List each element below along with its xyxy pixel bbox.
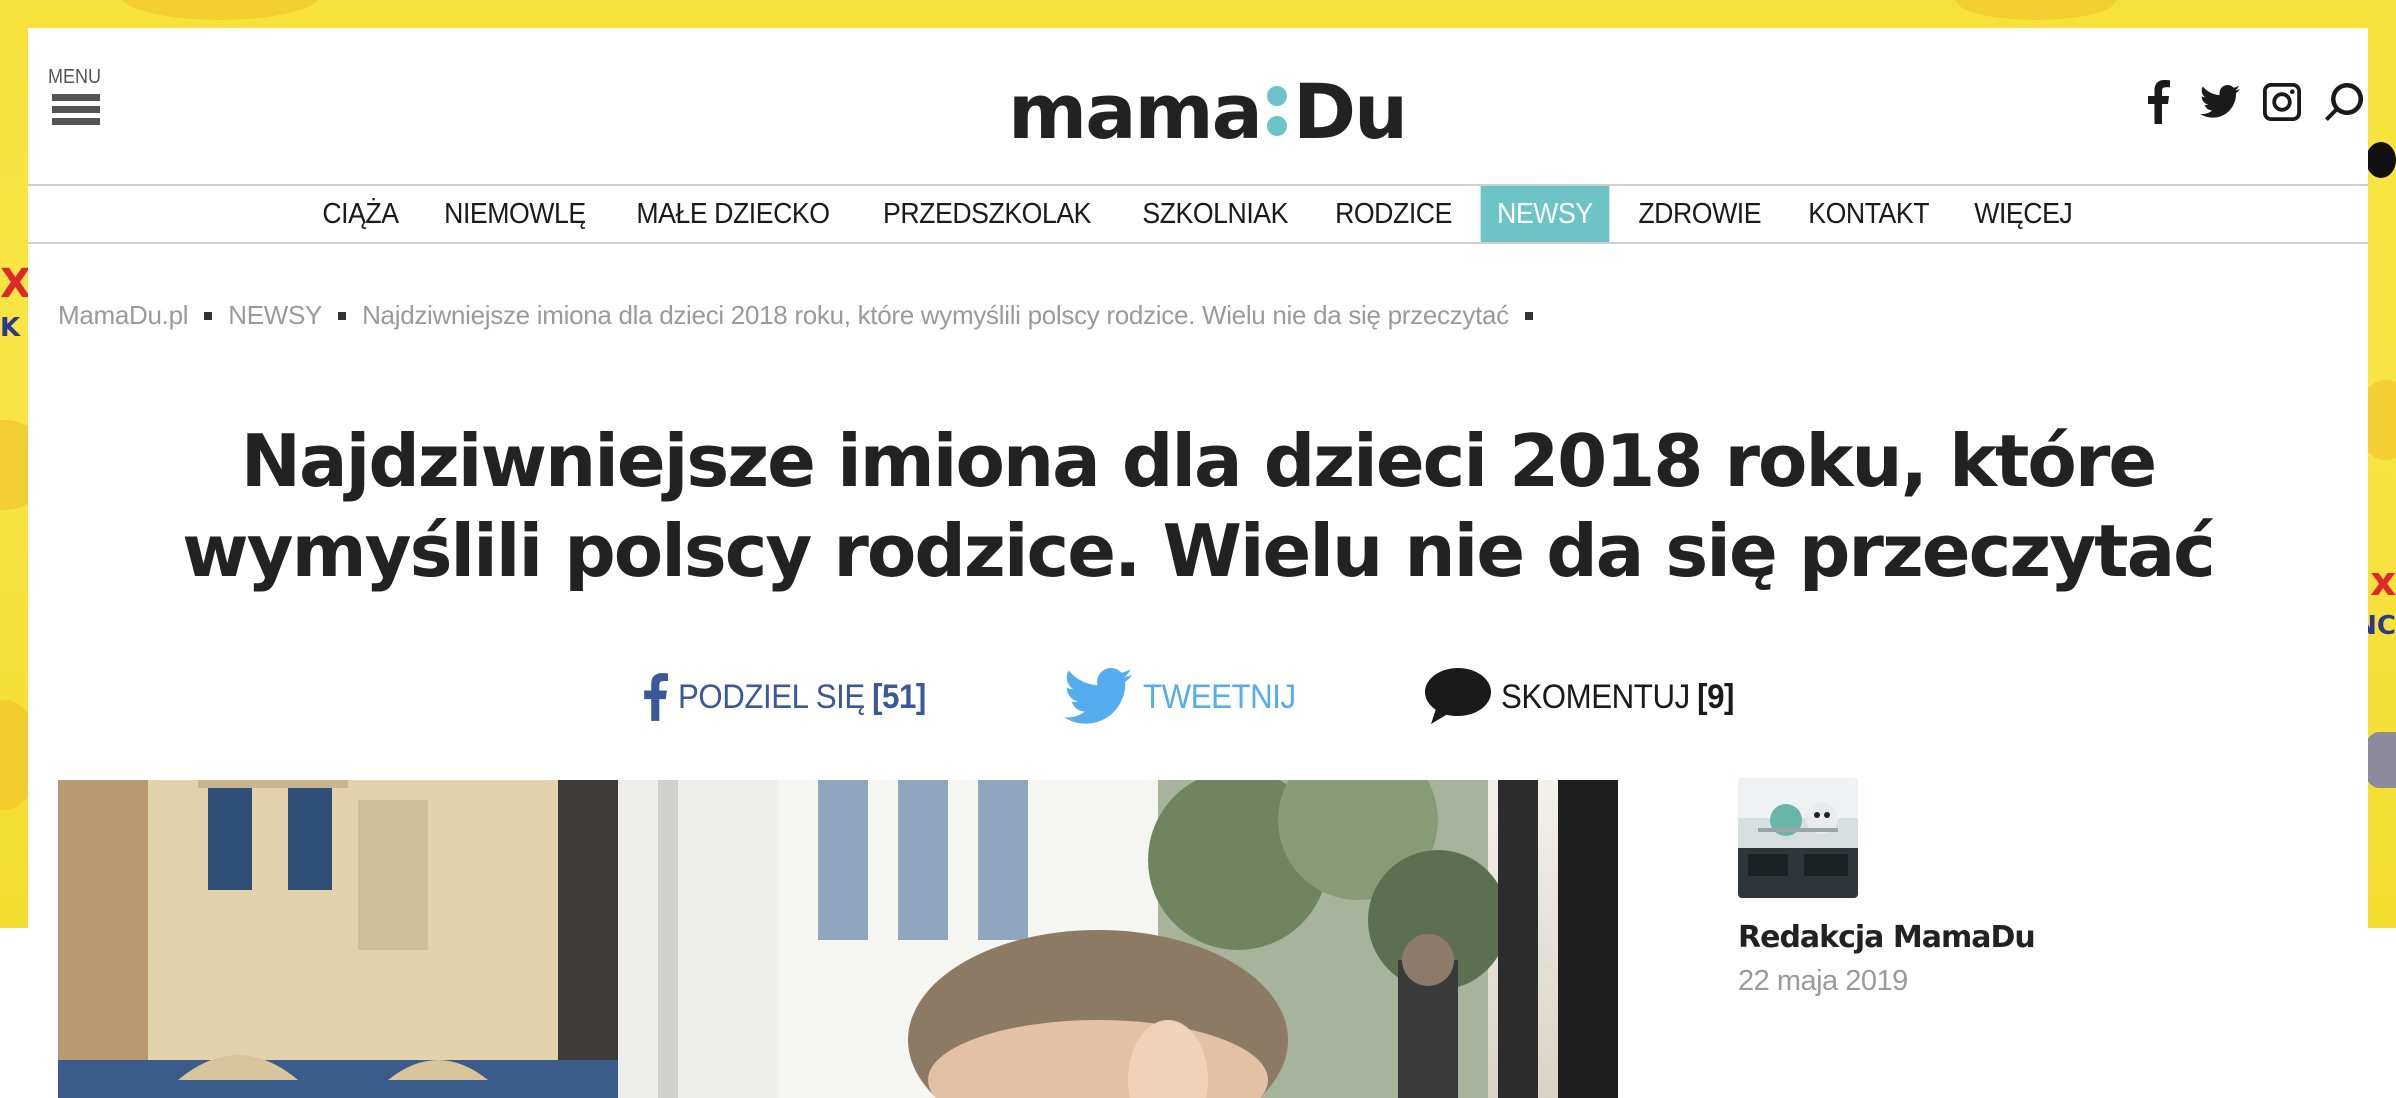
author-name[interactable]: Redakcja MamaDu — [1738, 920, 2138, 955]
logo-colon-icon — [1261, 74, 1293, 144]
twitter-share-label: TWEETNIJ — [1143, 677, 1296, 716]
facebook-icon[interactable] — [2134, 78, 2182, 126]
comment-icon — [1425, 668, 1492, 724]
menu-icon — [52, 94, 100, 125]
author-block: Redakcja MamaDu 22 maja 2019 — [1738, 778, 2138, 998]
facebook-share-button[interactable]: PODZIEL SIĘ [51] — [642, 672, 947, 722]
nav-item-zdrowie[interactable]: ZDROWIE — [1622, 186, 1778, 242]
twitter-icon — [1064, 668, 1133, 724]
nav-item-przedszkolak[interactable]: PRZEDSZKOLAK — [867, 186, 1108, 242]
logo-text-left: mama — [1008, 67, 1263, 156]
author-avatar[interactable] — [1738, 778, 1858, 898]
nav-item-newsy[interactable]: NEWSY — [1481, 186, 1610, 242]
menu-label: MENU — [48, 66, 102, 88]
breadcrumb-separator — [338, 311, 347, 320]
nav-item-niemowle[interactable]: NIEMOWLĘ — [428, 186, 603, 242]
article-title-line2: wymyślili polscy rodzice. Wielu nie da s… — [182, 509, 2216, 593]
nav-item-ciaza[interactable]: CIĄŻA — [306, 186, 415, 242]
site-header: MENU mama Du — [28, 28, 2368, 184]
instagram-icon[interactable] — [2258, 78, 2306, 126]
article-title: Najdziwniejsze imiona dla dzieci 2018 ro… — [168, 416, 2228, 596]
nav-item-rodzice[interactable]: RODZICE — [1319, 186, 1469, 242]
breadcrumb-separator — [1524, 311, 1533, 320]
main-navigation: CIĄŻA NIEMOWLĘ MAŁE DZIECKO PRZEDSZKOLAK… — [28, 184, 2368, 244]
ad-dot — [2366, 142, 2396, 178]
site-logo[interactable]: mama Du — [1008, 64, 1408, 160]
twitter-icon[interactable] — [2196, 78, 2244, 126]
article-hero-image — [58, 780, 1618, 1098]
logo-text-right: Du — [1292, 67, 1408, 156]
comment-count: [9] — [1697, 677, 1735, 716]
nav-item-kontakt[interactable]: KONTAKT — [1791, 186, 1945, 242]
facebook-share-count: [51] — [871, 677, 926, 716]
publish-date: 22 maja 2019 — [1738, 965, 1908, 997]
twitter-share-button[interactable]: TWEETNIJ — [1063, 668, 1309, 726]
breadcrumb-separator — [204, 311, 213, 320]
facebook-icon — [643, 673, 668, 721]
facebook-share-label: PODZIEL SIĘ — [677, 677, 865, 716]
nav-item-male-dziecko[interactable]: MAŁE DZIECKO — [620, 186, 846, 242]
ad-text-left: XK — [0, 261, 31, 343]
breadcrumb: MamaDu.pl NEWSY Najdziwniejsze imiona dl… — [58, 300, 1549, 331]
nav-item-szkolniak[interactable]: SZKOLNIAK — [1126, 186, 1305, 242]
breadcrumb-home[interactable]: MamaDu.pl — [58, 300, 189, 331]
comment-label: SKOMENTUJ — [1501, 677, 1690, 716]
comment-button[interactable]: SKOMENTUJ [9] — [1425, 668, 1754, 726]
menu-button[interactable]: MENU — [48, 66, 106, 130]
breadcrumb-section[interactable]: NEWSY — [228, 300, 322, 331]
nav-item-wiecej[interactable]: WIĘCEJ — [1958, 186, 2089, 242]
search-icon[interactable] — [2320, 78, 2368, 126]
header-social-links — [2120, 78, 2368, 126]
breadcrumb-current[interactable]: Najdziwniejsze imiona dla dzieci 2018 ro… — [362, 300, 1509, 331]
article-title-line1: Najdziwniejsze imiona dla dzieci 2018 ro… — [240, 419, 2157, 503]
page-container: MENU mama Du CIĄŻA NIEMOWLĘ MAŁE DZIECKO… — [28, 28, 2368, 1098]
share-bar: PODZIEL SIĘ [51] TWEETNIJ SKOMENTUJ [9] — [28, 668, 2368, 726]
